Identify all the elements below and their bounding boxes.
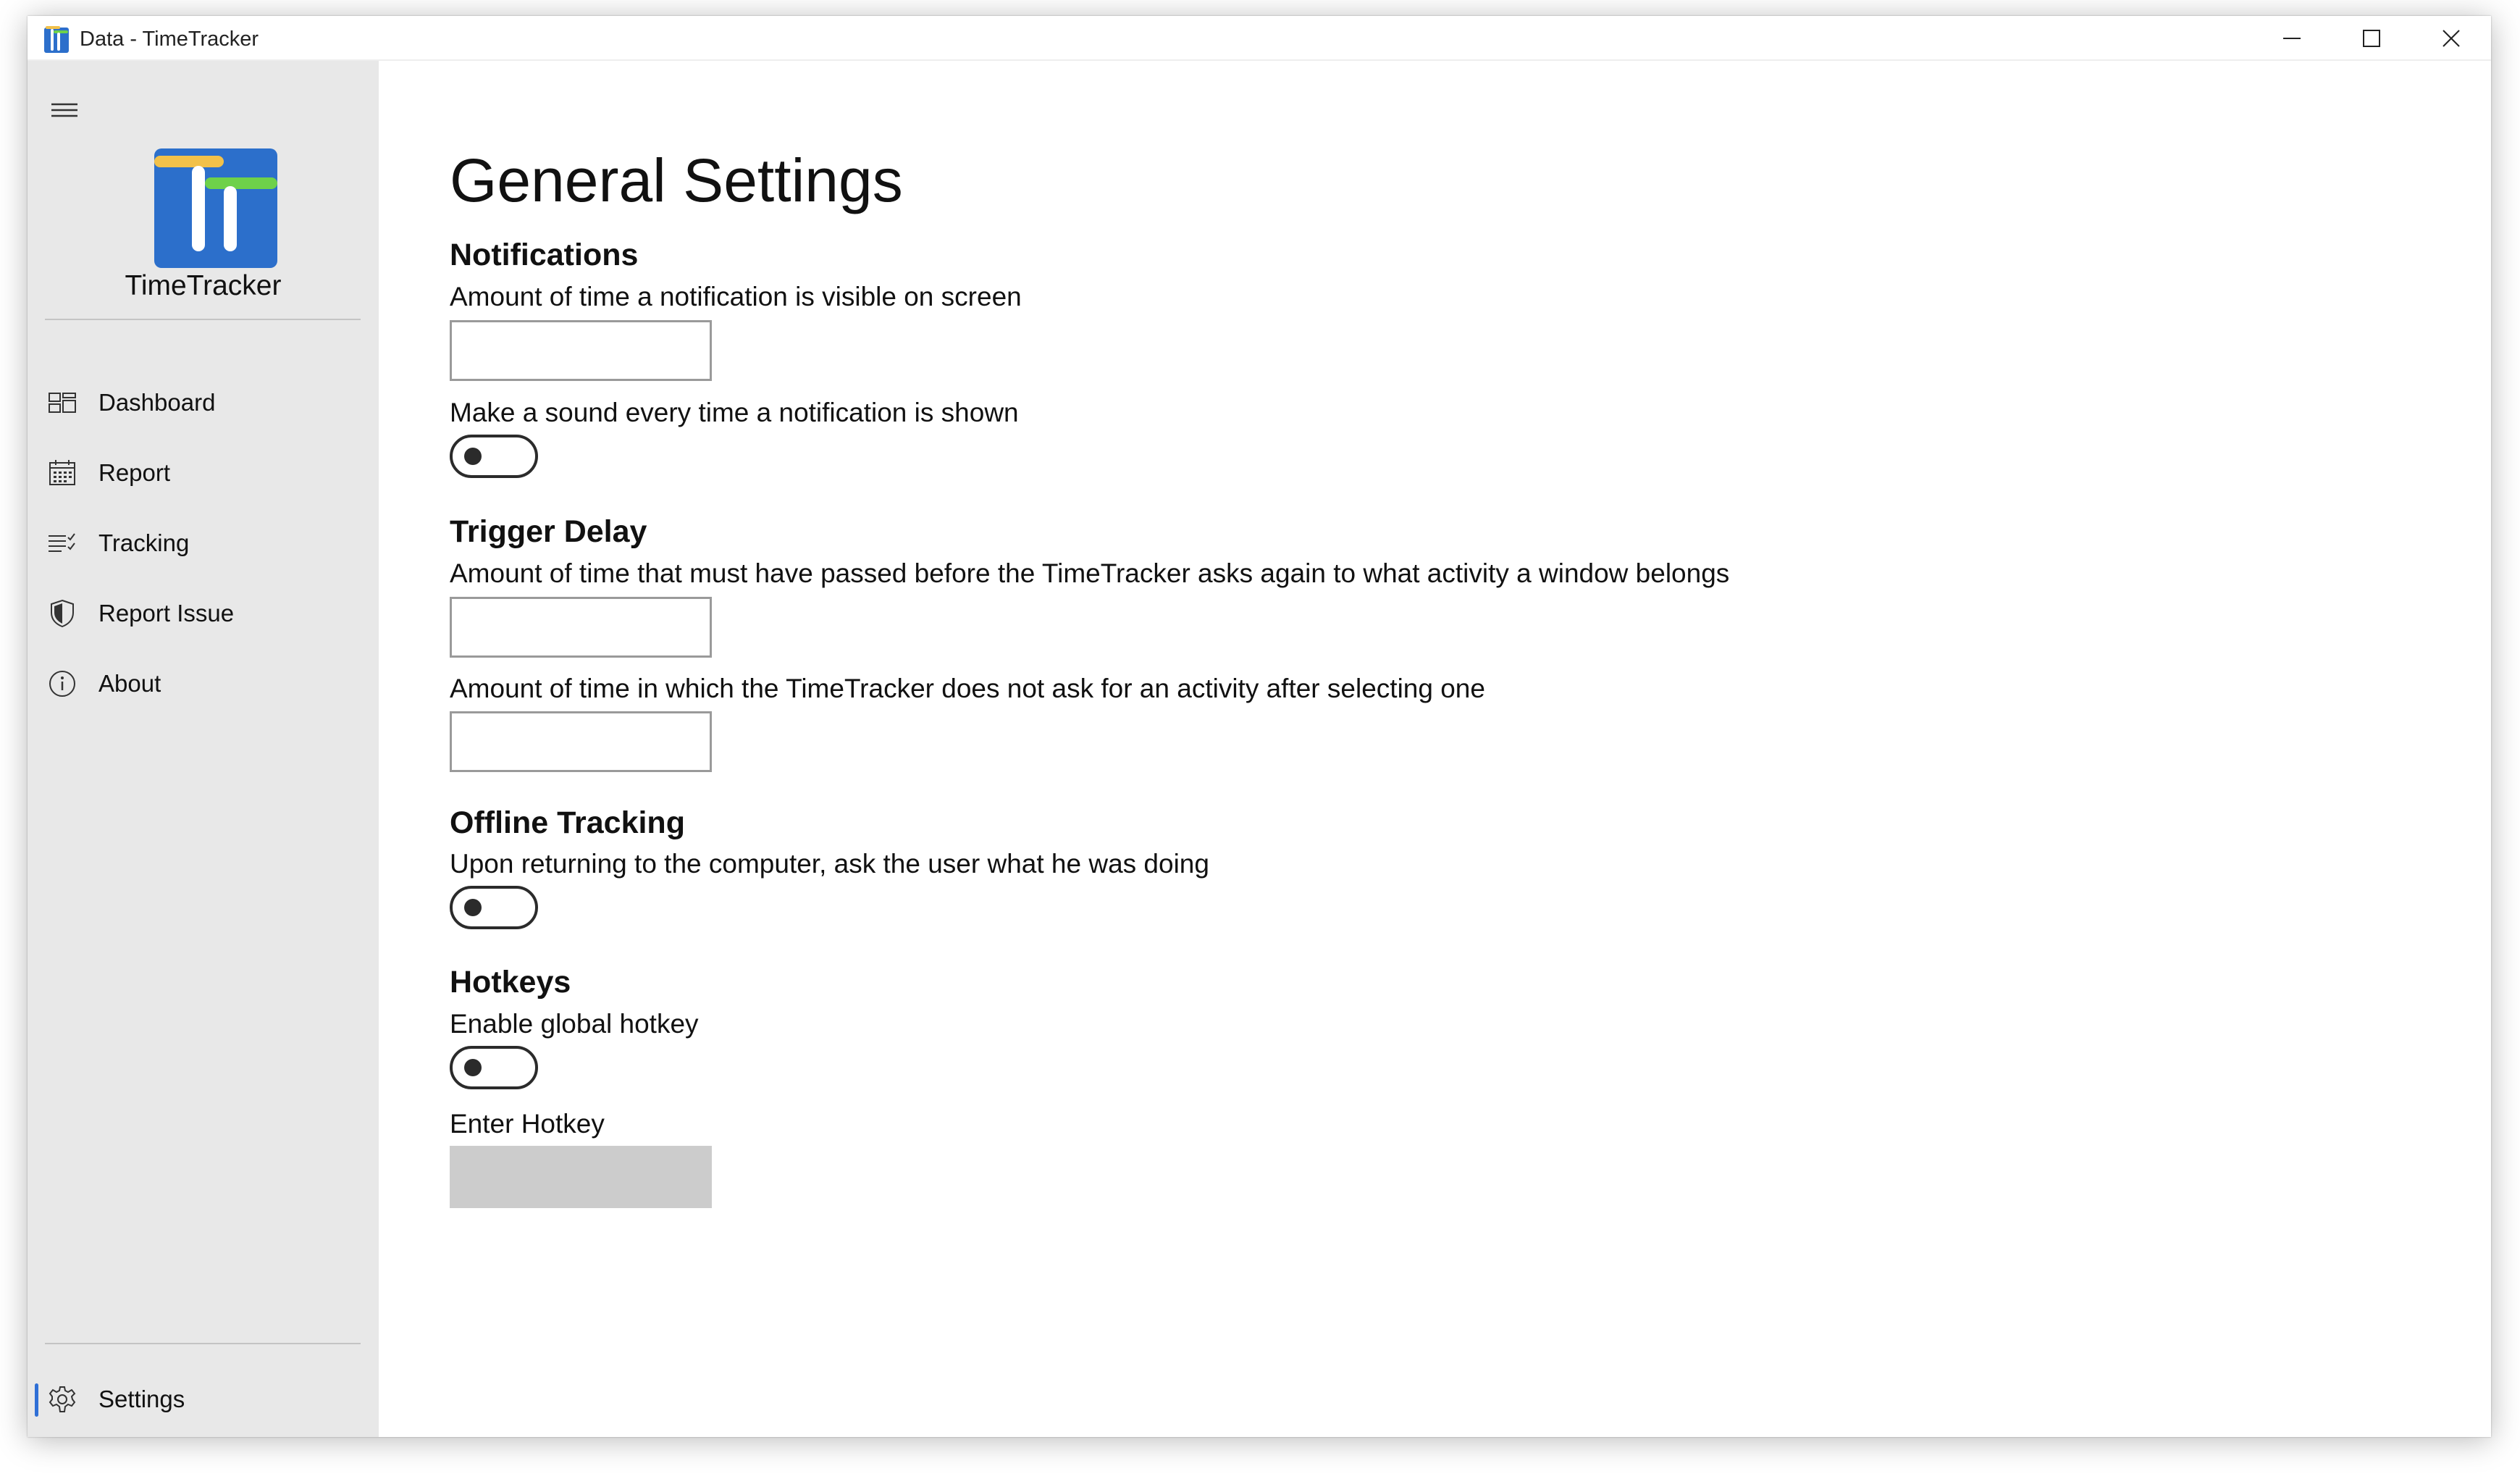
sidebar-divider <box>45 1343 361 1344</box>
calendar-icon <box>46 457 78 489</box>
menu-toggle-button[interactable] <box>46 96 83 125</box>
app-name: TimeTracker <box>125 270 282 301</box>
checklist-icon <box>46 527 78 559</box>
sidebar-item-settings[interactable]: Settings <box>28 1370 379 1428</box>
toggle-knob <box>464 1059 482 1076</box>
sidebar-item-label: Dashboard <box>98 389 216 416</box>
settings-page: General Settings Notifications Amount of… <box>379 61 2491 1437</box>
sidebar: TimeTracker Dashboard Report Tracking Re… <box>28 61 379 1437</box>
app-logo <box>154 148 277 268</box>
hotkey-input[interactable] <box>450 1146 712 1208</box>
sidebar-item-report-issue[interactable]: Report Issue <box>28 585 379 642</box>
sidebar-item-about[interactable]: About <box>28 655 379 713</box>
no-ask-delay-label: Amount of time in which the TimeTracker … <box>450 674 1485 703</box>
section-title-offline-tracking: Offline Tracking <box>450 805 685 840</box>
notification-sound-label: Make a sound every time a notification i… <box>450 398 1019 427</box>
notification-visible-time-input[interactable] <box>450 320 712 381</box>
hamburger-icon <box>51 103 77 117</box>
offline-ask-label: Upon returning to the computer, ask the … <box>450 849 1209 879</box>
section-title-hotkeys: Hotkeys <box>450 965 571 1000</box>
dashboard-icon <box>46 387 78 419</box>
title-bar: Data - TimeTracker <box>28 16 2491 61</box>
app-logo-icon <box>44 26 69 53</box>
sidebar-item-label: Settings <box>98 1386 185 1412</box>
no-ask-delay-input[interactable] <box>450 711 712 772</box>
section-title-trigger-delay: Trigger Delay <box>450 514 647 549</box>
selection-indicator <box>35 1383 38 1417</box>
sidebar-item-label: About <box>98 670 161 697</box>
sidebar-item-label: Tracking <box>98 529 190 556</box>
app-window: Data - TimeTracker TimeTracker Dashboard… <box>28 16 2491 1437</box>
toggle-knob <box>464 899 482 916</box>
shield-icon <box>46 598 78 629</box>
sidebar-item-report[interactable]: Report <box>28 444 379 502</box>
sidebar-item-label: Report <box>98 459 171 486</box>
enable-hotkey-label: Enable global hotkey <box>450 1009 699 1039</box>
close-icon <box>2443 30 2460 47</box>
section-title-notifications: Notifications <box>450 238 639 272</box>
close-button[interactable] <box>2411 16 2491 61</box>
sidebar-item-dashboard[interactable]: Dashboard <box>28 374 379 432</box>
ask-again-delay-input[interactable] <box>450 597 712 658</box>
sidebar-item-tracking[interactable]: Tracking <box>28 514 379 572</box>
window-title: Data - TimeTracker <box>80 28 259 51</box>
gear-icon <box>46 1383 78 1415</box>
sidebar-item-label: Report Issue <box>98 600 235 627</box>
minimize-button[interactable] <box>2252 16 2332 61</box>
enable-hotkey-toggle[interactable] <box>450 1046 538 1089</box>
maximize-button[interactable] <box>2332 16 2411 61</box>
maximize-icon <box>2363 30 2380 47</box>
minimize-icon <box>2283 38 2301 39</box>
enter-hotkey-label: Enter Hotkey <box>450 1109 605 1139</box>
toggle-knob <box>464 448 482 465</box>
notification-visible-time-label: Amount of time a notification is visible… <box>450 282 1022 311</box>
info-icon <box>46 668 78 700</box>
sidebar-divider <box>45 319 361 320</box>
offline-ask-toggle[interactable] <box>450 886 538 929</box>
page-title: General Settings <box>450 146 903 214</box>
notification-sound-toggle[interactable] <box>450 435 538 478</box>
ask-again-delay-label: Amount of time that must have passed bef… <box>450 558 1730 588</box>
